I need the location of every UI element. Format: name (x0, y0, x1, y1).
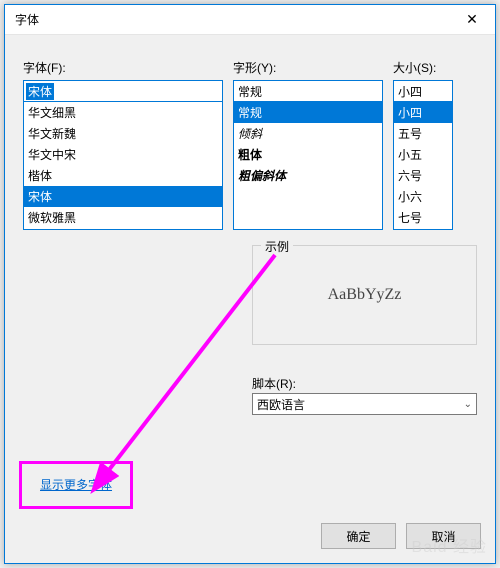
titlebar: 字体 ✕ (5, 5, 495, 35)
list-item[interactable]: 倾斜 (234, 123, 382, 144)
list-item[interactable]: 宋体 (24, 186, 222, 207)
dialog-content: 字体(F): 宋体 华文细黑华文新魏华文中宋楷体宋体微软雅黑新宋体 字形(Y):… (5, 35, 495, 230)
size-label: 大小(S): (393, 59, 453, 76)
ok-button[interactable]: 确定 (321, 523, 396, 549)
close-icon: ✕ (466, 11, 478, 28)
script-section: 脚本(R): 西欧语言 ⌄ (252, 375, 477, 415)
style-column: 字形(Y): 常规倾斜粗体粗偏斜体 (233, 59, 383, 230)
size-column: 大小(S): 小四五号小五六号小六七号八号 (393, 59, 453, 230)
sample-fieldset: 示例 AaBbYyZz (252, 245, 477, 345)
size-input[interactable] (393, 80, 453, 102)
script-value: 西欧语言 (257, 396, 305, 413)
size-listbox[interactable]: 小四五号小五六号小六七号八号 (393, 102, 453, 230)
watermark: Baid 经验 (412, 533, 487, 557)
sample-section: 示例 AaBbYyZz (252, 245, 477, 345)
list-item[interactable]: 华文中宋 (24, 144, 222, 165)
more-fonts-highlight: 显示更多字体 (19, 461, 133, 509)
font-listbox[interactable]: 华文细黑华文新魏华文中宋楷体宋体微软雅黑新宋体 (23, 102, 223, 230)
font-input[interactable] (23, 80, 223, 102)
list-item[interactable]: 小五 (394, 144, 452, 165)
list-item[interactable]: 七号 (394, 207, 452, 228)
font-label: 字体(F): (23, 59, 223, 76)
dialog-title: 字体 (15, 11, 39, 28)
style-label: 字形(Y): (233, 59, 383, 76)
list-item[interactable]: 八号 (394, 228, 452, 230)
style-input[interactable] (233, 80, 383, 102)
list-item[interactable]: 五号 (394, 123, 452, 144)
sample-legend: 示例 (261, 238, 293, 255)
font-column: 字体(F): 宋体 华文细黑华文新魏华文中宋楷体宋体微软雅黑新宋体 (23, 59, 223, 230)
list-item[interactable]: 小四 (394, 102, 452, 123)
list-item[interactable]: 粗偏斜体 (234, 165, 382, 186)
list-item[interactable]: 华文细黑 (24, 102, 222, 123)
script-label: 脚本(R): (252, 377, 296, 391)
chevron-down-icon: ⌄ (464, 399, 472, 410)
show-more-fonts-link[interactable]: 显示更多字体 (40, 478, 112, 492)
list-item[interactable]: 常规 (234, 102, 382, 123)
list-item[interactable]: 华文新魏 (24, 123, 222, 144)
script-dropdown[interactable]: 西欧语言 ⌄ (252, 393, 477, 415)
list-item[interactable]: 新宋体 (24, 228, 222, 230)
list-item[interactable]: 微软雅黑 (24, 207, 222, 228)
font-dialog: 字体 ✕ 字体(F): 宋体 华文细黑华文新魏华文中宋楷体宋体微软雅黑新宋体 字… (4, 4, 496, 564)
top-row: 字体(F): 宋体 华文细黑华文新魏华文中宋楷体宋体微软雅黑新宋体 字形(Y):… (23, 59, 477, 230)
style-listbox[interactable]: 常规倾斜粗体粗偏斜体 (233, 102, 383, 230)
list-item[interactable]: 六号 (394, 165, 452, 186)
list-item[interactable]: 小六 (394, 186, 452, 207)
list-item[interactable]: 楷体 (24, 165, 222, 186)
sample-text: AaBbYyZz (328, 286, 402, 304)
list-item[interactable]: 粗体 (234, 144, 382, 165)
close-button[interactable]: ✕ (449, 5, 495, 35)
